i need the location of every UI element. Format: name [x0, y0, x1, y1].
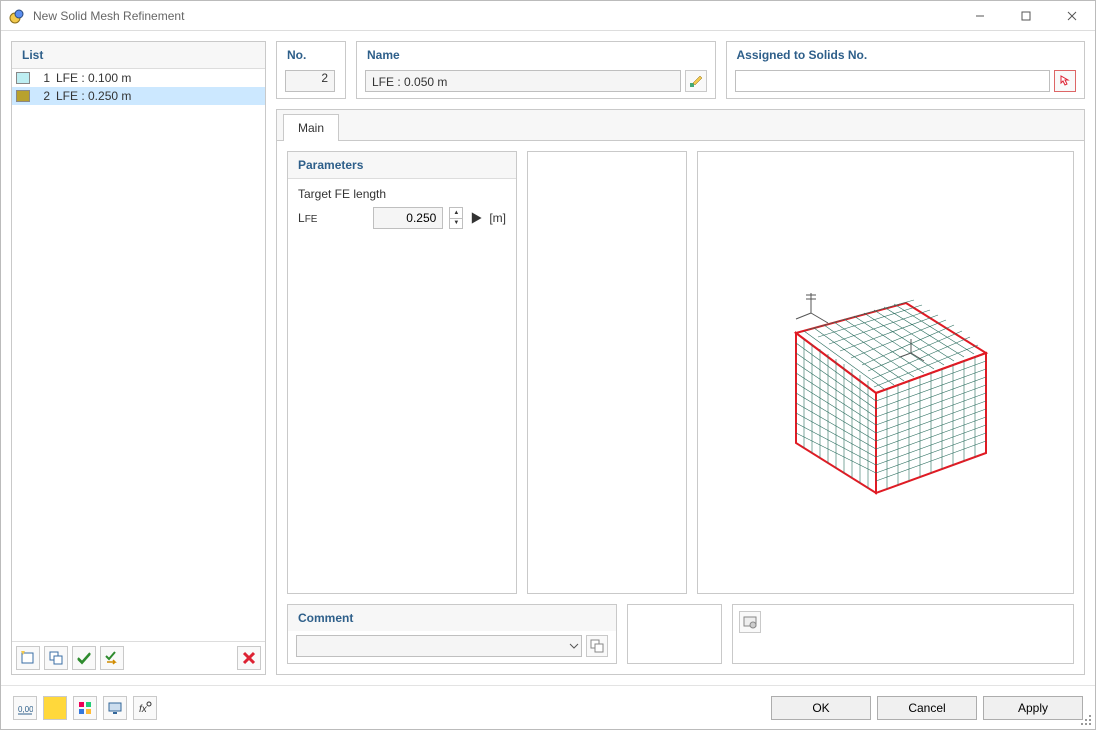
list-body[interactable]: 1 LFE : 0.100 m 2 LFE : 0.250 m	[12, 69, 265, 641]
no-panel: No. 2	[276, 41, 346, 99]
apply-button[interactable]: Apply	[983, 696, 1083, 720]
right-side: No. 2 Name LFE : 0.050 m Assigned to Sol…	[276, 41, 1085, 675]
name-panel: Name LFE : 0.050 m	[356, 41, 716, 99]
lfe-value-input[interactable]	[373, 207, 443, 229]
assigned-label: Assigned to Solids No.	[727, 42, 1085, 68]
window-title: New Solid Mesh Refinement	[33, 9, 184, 23]
comment-panel: Comment	[287, 604, 617, 664]
window-controls	[957, 1, 1095, 31]
close-button[interactable]	[1049, 1, 1095, 31]
assigned-panel: Assigned to Solids No.	[726, 41, 1086, 99]
list-item[interactable]: 1 LFE : 0.100 m	[12, 69, 265, 87]
lfe-step-button[interactable]	[469, 207, 483, 229]
parameters-panel: Parameters Target FE length LFE ▲▼ [m]	[287, 151, 517, 594]
resize-grip[interactable]	[1081, 715, 1093, 727]
dialog-footer: 0,00 fx OK Cancel Apply	[1, 685, 1095, 729]
list-panel: List 1 LFE : 0.100 m 2 LFE : 0.250 m	[11, 41, 266, 675]
check-all-button[interactable]	[72, 646, 96, 670]
copy-item-button[interactable]	[44, 646, 68, 670]
cancel-button[interactable]: Cancel	[877, 696, 977, 720]
comment-combo[interactable]	[296, 635, 582, 657]
preview-panel	[697, 151, 1074, 594]
list-item-label: LFE : 0.250 m	[56, 89, 131, 103]
svg-text:0,00: 0,00	[18, 705, 33, 714]
assigned-input[interactable]	[735, 70, 1051, 92]
maximize-button[interactable]	[1003, 1, 1049, 31]
tab-strip: Main	[277, 110, 1084, 141]
check-reset-button[interactable]	[100, 646, 124, 670]
parameters-header: Parameters	[288, 152, 516, 179]
list-item-number: 1	[36, 71, 50, 85]
lfe-symbol: LFE	[298, 211, 317, 225]
tab-content-row: Parameters Target FE length LFE ▲▼ [m]	[287, 151, 1074, 594]
tags-button[interactable]	[73, 696, 97, 720]
pick-solids-button[interactable]	[1054, 70, 1076, 92]
preview-footer-panel	[732, 604, 1074, 664]
list-item-number: 2	[36, 89, 50, 103]
lfe-unit: [m]	[489, 211, 506, 225]
target-fe-length-label: Target FE length	[298, 187, 506, 201]
no-value[interactable]: 2	[285, 70, 335, 92]
dialog-window: New Solid Mesh Refinement List 1 LFE : 0…	[0, 0, 1096, 730]
ok-button[interactable]: OK	[771, 696, 871, 720]
edit-name-button[interactable]	[685, 70, 707, 92]
fx-button[interactable]: fx	[133, 696, 157, 720]
no-label: No.	[277, 42, 345, 68]
list-header: List	[12, 42, 265, 69]
titlebar: New Solid Mesh Refinement	[1, 1, 1095, 31]
delete-item-button[interactable]	[237, 646, 261, 670]
list-toolbar	[12, 641, 265, 674]
list-item-label: LFE : 0.100 m	[56, 71, 131, 85]
spinner-up-icon[interactable]: ▲	[450, 208, 462, 219]
spinner-down-icon[interactable]: ▼	[450, 219, 462, 229]
screen-button[interactable]	[103, 696, 127, 720]
color-button[interactable]	[43, 696, 67, 720]
footer-icon-bar: 0,00 fx	[13, 696, 157, 720]
list-item[interactable]: 2 LFE : 0.250 m	[12, 87, 265, 105]
name-input[interactable]: LFE : 0.050 m	[365, 70, 681, 92]
lfe-row: LFE ▲▼ [m]	[298, 207, 506, 229]
blank-panel	[527, 151, 687, 594]
preview-settings-button[interactable]	[739, 611, 761, 633]
mesh-cube-preview	[756, 243, 1016, 503]
minimize-button[interactable]	[957, 1, 1003, 31]
tabs-region: Main Parameters Target FE length LFE ▲▼	[276, 109, 1085, 675]
comment-header: Comment	[288, 605, 616, 631]
dialog-body: List 1 LFE : 0.100 m 2 LFE : 0.250 m	[1, 31, 1095, 685]
name-label: Name	[357, 42, 715, 68]
bottom-row: Comment	[287, 604, 1074, 664]
footer-small-panel	[627, 604, 722, 664]
list-item-swatch	[16, 90, 30, 102]
chevron-down-icon	[569, 641, 579, 651]
units-button[interactable]: 0,00	[13, 696, 37, 720]
app-icon	[9, 8, 25, 24]
top-fields-row: No. 2 Name LFE : 0.050 m Assigned to Sol…	[276, 41, 1085, 99]
list-item-swatch	[16, 72, 30, 84]
svg-text:fx: fx	[139, 704, 148, 715]
tab-main[interactable]: Main	[283, 114, 339, 141]
lfe-spinner[interactable]: ▲▼	[449, 207, 463, 229]
comment-library-button[interactable]	[586, 635, 608, 657]
new-item-button[interactable]	[16, 646, 40, 670]
